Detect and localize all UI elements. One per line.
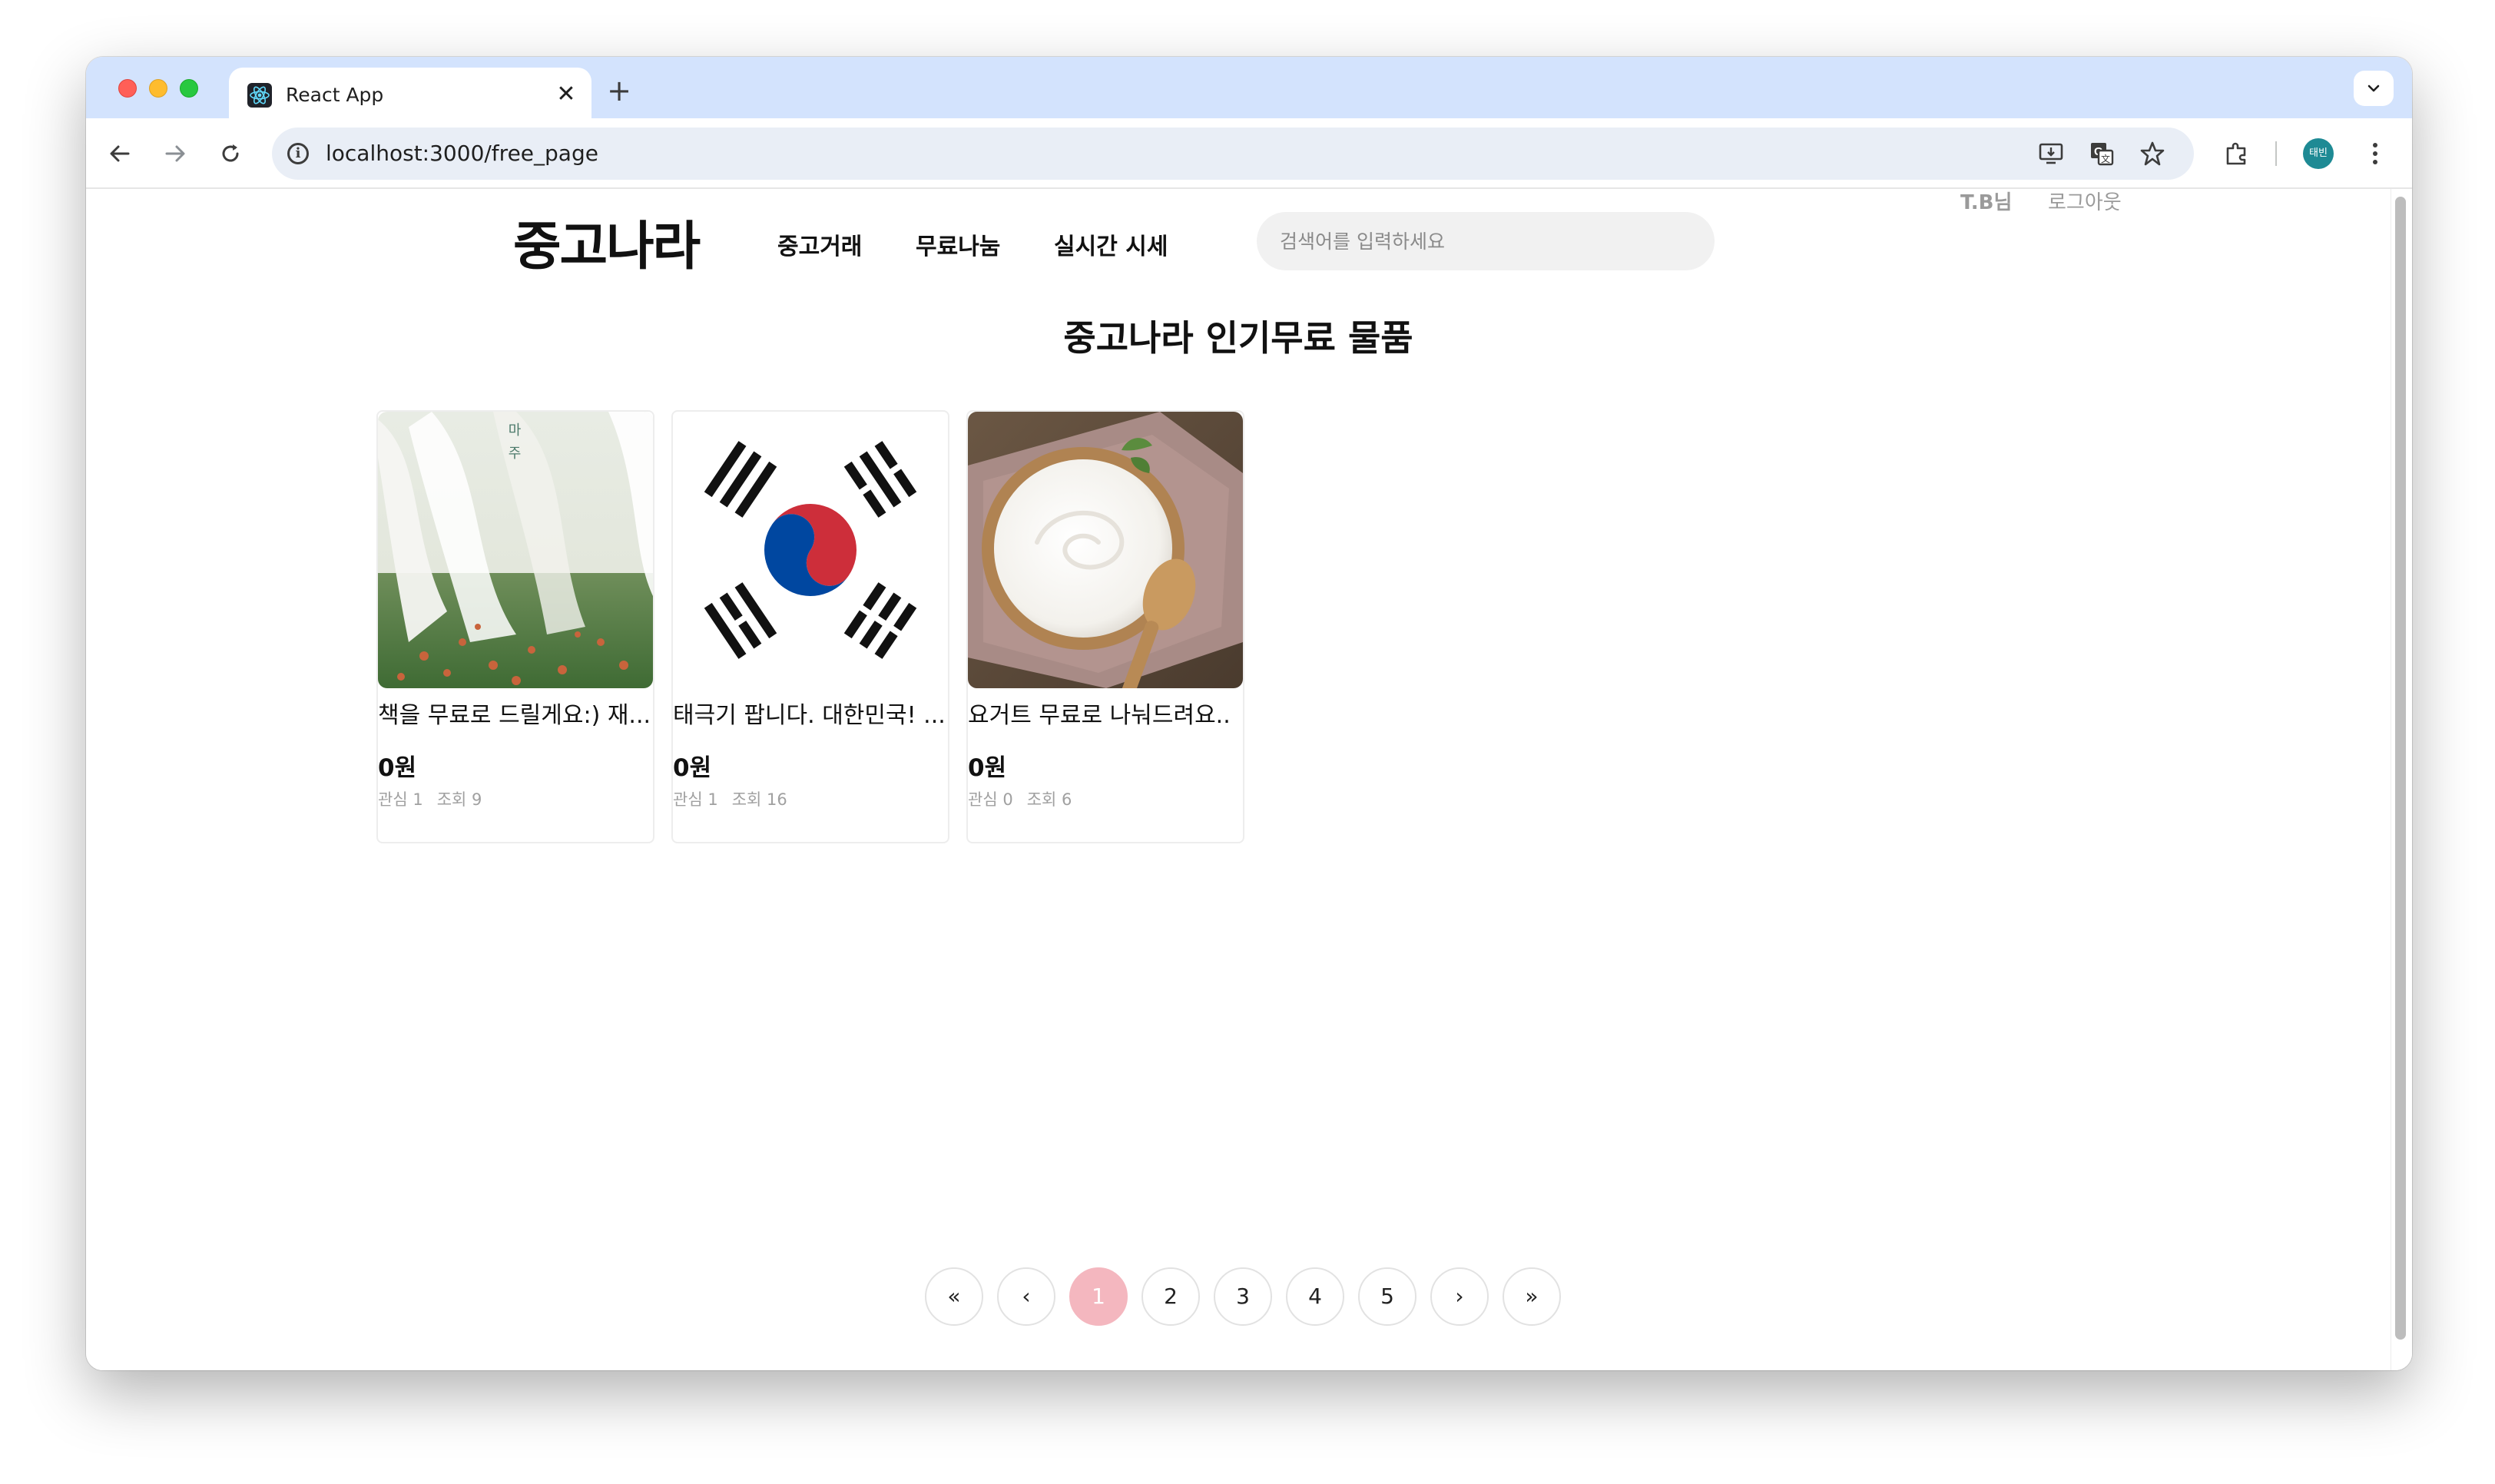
page-next-button[interactable]: ›: [1430, 1267, 1489, 1326]
user-name-link[interactable]: T.B님: [1960, 189, 2012, 217]
page-button-4[interactable]: 4: [1286, 1267, 1344, 1326]
page-viewport: 중고나라 중고거래 무료나눔 실시간 시세 T.B님 로그아웃 중고나라 인기무…: [86, 189, 2412, 1370]
page-prev-button[interactable]: ‹: [997, 1267, 1055, 1326]
reload-icon[interactable]: [212, 135, 249, 172]
product-card[interactable]: 태극기 팝니다. 대한민국! ... 0원 관심 1 조회 16: [671, 410, 949, 843]
nav-live-price[interactable]: 실시간 시세: [1054, 232, 1168, 263]
product-likes: 관심 0: [968, 790, 1013, 809]
forward-arrow-icon[interactable]: [157, 135, 194, 172]
back-arrow-icon[interactable]: [101, 135, 138, 172]
product-stats: 관심 0 조회 6: [968, 788, 1085, 811]
site-info-icon[interactable]: i: [287, 143, 309, 164]
extensions-icon[interactable]: [2220, 137, 2254, 171]
minimize-window-button[interactable]: [149, 79, 167, 98]
maximize-window-button[interactable]: [180, 79, 198, 98]
tab-close-icon[interactable]: ✕: [553, 81, 579, 108]
product-likes: 관심 1: [378, 790, 423, 809]
product-likes: 관심 1: [673, 790, 718, 809]
toolbar-divider: [2275, 141, 2277, 166]
more-menu-icon[interactable]: [2358, 137, 2392, 171]
page-button-3[interactable]: 3: [1214, 1267, 1272, 1326]
product-price: 0원: [378, 754, 417, 782]
product-title[interactable]: 요거트 무료로 나눠드려요..: [968, 701, 1243, 731]
product-title[interactable]: 책을 무료로 드릴게요:) 재...: [378, 701, 653, 731]
svg-text:文: 文: [2101, 153, 2110, 164]
product-card[interactable]: 마 주 책을 무료로 드릴게요:) 재... 0원 관심 1 조회 9: [376, 410, 654, 843]
pagination: « ‹ 1 2 3 4 5 › »: [925, 1267, 1561, 1329]
site-logo[interactable]: 중고나라: [513, 217, 701, 278]
bookmark-star-icon[interactable]: [2137, 138, 2168, 169]
product-views: 조회 16: [731, 790, 787, 809]
nav-used-trade[interactable]: 중고거래: [777, 232, 862, 263]
nav-free-share[interactable]: 무료나눔: [916, 232, 1000, 263]
install-app-icon[interactable]: [2036, 138, 2066, 169]
new-tab-button[interactable]: +: [602, 74, 636, 108]
logout-link[interactable]: 로그아웃: [2048, 189, 2122, 217]
scrollbar-thumb[interactable]: [2395, 197, 2406, 1340]
url-text[interactable]: localhost:3000/free_page: [326, 140, 598, 167]
product-stats: 관심 1 조회 16: [673, 788, 801, 811]
product-title[interactable]: 태극기 팝니다. 대한민국! ...: [673, 701, 948, 731]
scrollbar-track[interactable]: [2391, 189, 2412, 1370]
product-image-book-cover[interactable]: 마 주: [378, 412, 653, 688]
browser-toolbar: i localhost:3000/free_page G文 태빈: [86, 118, 2412, 189]
page-first-button[interactable]: «: [925, 1267, 983, 1326]
product-price: 0원: [673, 754, 712, 782]
page-button-1[interactable]: 1: [1069, 1267, 1128, 1326]
page-last-button[interactable]: »: [1503, 1267, 1561, 1326]
profile-avatar[interactable]: 태빈: [2303, 138, 2334, 169]
translate-icon[interactable]: G文: [2086, 138, 2117, 169]
search-input[interactable]: [1257, 212, 1715, 270]
product-views: 조회 9: [436, 790, 482, 809]
product-image-yogurt-bowl[interactable]: [968, 412, 1243, 688]
page-button-2[interactable]: 2: [1141, 1267, 1200, 1326]
tab-title: React App: [286, 84, 384, 106]
page-title: 중고나라 인기무료 물품: [1063, 317, 1413, 359]
product-image-korean-flag[interactable]: [673, 412, 948, 688]
browser-window: React App ✕ + i localhost:3000/free_page…: [86, 57, 2412, 1370]
product-price: 0원: [968, 754, 1007, 782]
tab-bar: React App ✕ +: [86, 57, 2412, 118]
browser-tab[interactable]: React App ✕: [229, 68, 591, 118]
react-favicon-icon: [247, 83, 272, 108]
product-card[interactable]: 요거트 무료로 나눠드려요.. 0원 관심 0 조회 6: [966, 410, 1244, 843]
svg-text:마: 마: [509, 422, 522, 439]
product-stats: 관심 1 조회 9: [378, 788, 495, 811]
product-views: 조회 6: [1026, 790, 1072, 809]
page-button-5[interactable]: 5: [1358, 1267, 1416, 1326]
address-bar[interactable]: i localhost:3000/free_page G文: [272, 128, 2194, 180]
tab-search-dropdown-icon[interactable]: [2354, 71, 2394, 106]
svg-text:주: 주: [509, 446, 522, 462]
close-window-button[interactable]: [118, 79, 137, 98]
